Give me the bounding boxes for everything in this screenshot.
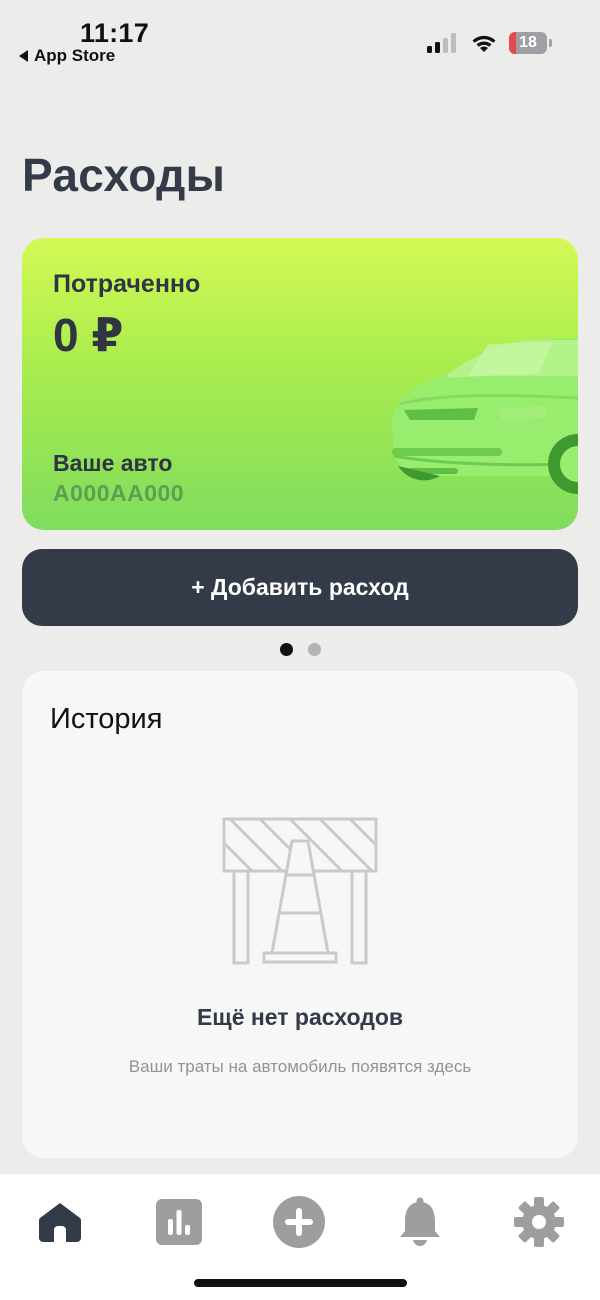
gear-icon	[514, 1197, 564, 1247]
tab-statistics[interactable]	[149, 1192, 209, 1252]
status-time: 11:17	[80, 18, 150, 48]
stats-icon	[156, 1199, 202, 1245]
battery-tip	[549, 39, 552, 47]
wifi-icon	[472, 35, 496, 52]
page-dot[interactable]	[307, 643, 321, 656]
car-icon	[392, 338, 578, 494]
spent-label: Потраченно	[53, 270, 201, 298]
status-bar: 11:17 App Store 18	[0, 0, 600, 80]
battery-indicator: 18	[509, 32, 547, 54]
page-indicator	[0, 643, 600, 656]
car-plate-number: А000АА000	[53, 480, 185, 506]
add-expense-button[interactable]: + Добавить расход	[22, 549, 578, 626]
back-to-app-link[interactable]: App Store	[19, 46, 115, 66]
cellular-signal-icon	[427, 33, 456, 53]
battery-level-text: 18	[519, 34, 537, 51]
roadblock-icon	[222, 817, 378, 965]
add-circle-icon	[273, 1196, 325, 1248]
history-card: История Ещё нет расходов Ваши траты на а…	[22, 671, 578, 1158]
home-icon	[39, 1203, 81, 1242]
spent-amount: 0 ₽	[53, 309, 124, 361]
tab-settings[interactable]	[509, 1192, 569, 1252]
tab-add[interactable]	[269, 1192, 329, 1252]
status-icons: 18	[427, 32, 552, 54]
page-title: Расходы	[22, 149, 226, 201]
empty-state-subtitle: Ваши траты на автомобиль появятся здесь	[128, 1057, 472, 1076]
tab-notifications[interactable]	[390, 1192, 450, 1252]
home-indicator	[194, 1279, 407, 1287]
history-title: История	[50, 703, 163, 735]
back-arrow-icon	[19, 50, 28, 62]
battery-fill	[509, 32, 516, 54]
tab-home[interactable]	[30, 1192, 90, 1252]
car-label: Ваше авто	[53, 450, 173, 476]
empty-state-title: Ещё нет расходов	[196, 1004, 404, 1030]
spent-summary-card[interactable]: Потраченно 0 ₽ Ваше авто А000АА000	[22, 238, 578, 530]
bell-icon	[400, 1197, 440, 1246]
back-to-app-label: App Store	[34, 46, 116, 65]
page-dot[interactable]	[279, 643, 293, 656]
